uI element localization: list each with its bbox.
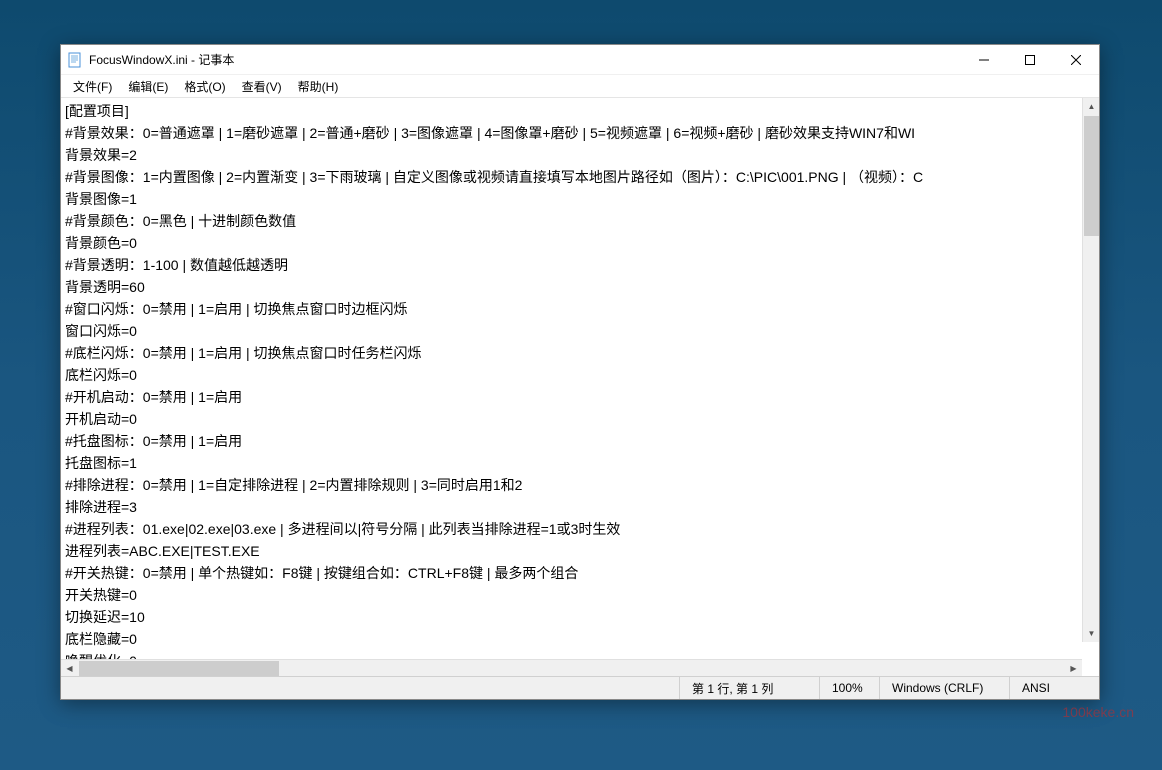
editor-line[interactable]: #背景图像：1=内置图像 | 2=内置渐变 | 3=下雨玻璃 | 自定义图像或视… xyxy=(65,166,1095,188)
editor-line[interactable]: 背景图像=1 xyxy=(65,188,1095,210)
editor-line[interactable]: 底栏闪烁=0 xyxy=(65,364,1095,386)
editor-content[interactable]: [配置项目]#背景效果：0=普通遮罩 | 1=磨砂遮罩 | 2=普通+磨砂 | … xyxy=(61,98,1099,659)
editor-line[interactable]: 底栏隐藏=0 xyxy=(65,628,1095,650)
editor-line[interactable]: 排除进程=3 xyxy=(65,496,1095,518)
editor-line[interactable]: #窗口闪烁：0=禁用 | 1=启用 | 切换焦点窗口时边框闪烁 xyxy=(65,298,1095,320)
editor-line[interactable]: #开关热键：0=禁用 | 单个热键如：F8键 | 按键组合如：CTRL+F8键 … xyxy=(65,562,1095,584)
editor-line[interactable]: #背景透明：1-100 | 数值越低越透明 xyxy=(65,254,1095,276)
editor-line[interactable]: #托盘图标：0=禁用 | 1=启用 xyxy=(65,430,1095,452)
scroll-down-arrow-icon[interactable]: ▼ xyxy=(1083,625,1099,642)
scroll-left-arrow-icon[interactable]: ◀ xyxy=(61,660,78,677)
editor-line[interactable]: 托盘图标=1 xyxy=(65,452,1095,474)
menu-format[interactable]: 格式(O) xyxy=(176,76,233,97)
editor-line[interactable]: 进程列表=ABC.EXE|TEST.EXE xyxy=(65,540,1095,562)
minimize-button[interactable] xyxy=(961,45,1007,75)
status-position: 第 1 行, 第 1 列 xyxy=(679,677,819,699)
horizontal-scrollbar[interactable]: ◀ ▶ xyxy=(61,659,1082,676)
editor-line[interactable]: #底栏闪烁：0=禁用 | 1=启用 | 切换焦点窗口时任务栏闪烁 xyxy=(65,342,1095,364)
scroll-right-arrow-icon[interactable]: ▶ xyxy=(1065,660,1082,677)
notepad-window: FocusWindowX.ini - 记事本 文件(F) 编辑(E) 格式(O)… xyxy=(60,44,1100,700)
menu-help[interactable]: 帮助(H) xyxy=(290,76,347,97)
close-button[interactable] xyxy=(1053,45,1099,75)
editor-line[interactable]: [配置项目] xyxy=(65,100,1095,122)
window-controls xyxy=(961,45,1099,74)
editor-line[interactable]: 背景效果=2 xyxy=(65,144,1095,166)
window-title: FocusWindowX.ini - 记事本 xyxy=(89,51,961,68)
editor-line[interactable]: 唤醒优化=0 xyxy=(65,650,1095,659)
vertical-scrollbar[interactable]: ▲ ▼ xyxy=(1082,98,1099,642)
editor-line[interactable]: #进程列表：01.exe|02.exe|03.exe | 多进程间以|符号分隔 … xyxy=(65,518,1095,540)
status-line-ending: Windows (CRLF) xyxy=(879,677,1009,699)
editor-line[interactable]: #背景颜色：0=黑色 | 十进制颜色数值 xyxy=(65,210,1095,232)
editor-line[interactable]: 开关热键=0 xyxy=(65,584,1095,606)
text-editor[interactable]: [配置项目]#背景效果：0=普通遮罩 | 1=磨砂遮罩 | 2=普通+磨砂 | … xyxy=(61,98,1099,659)
menu-edit[interactable]: 编辑(E) xyxy=(120,76,176,97)
titlebar[interactable]: FocusWindowX.ini - 记事本 xyxy=(61,45,1099,75)
editor-line[interactable]: 开机启动=0 xyxy=(65,408,1095,430)
maximize-button[interactable] xyxy=(1007,45,1053,75)
status-zoom: 100% xyxy=(819,677,879,699)
editor-line[interactable]: #开机启动：0=禁用 | 1=启用 xyxy=(65,386,1095,408)
editor-line[interactable]: 背景颜色=0 xyxy=(65,232,1095,254)
editor-area: [配置项目]#背景效果：0=普通遮罩 | 1=磨砂遮罩 | 2=普通+磨砂 | … xyxy=(61,97,1099,699)
editor-line[interactable]: 切换延迟=10 xyxy=(65,606,1095,628)
menu-file[interactable]: 文件(F) xyxy=(65,76,120,97)
status-encoding: ANSI xyxy=(1009,677,1099,699)
menubar: 文件(F) 编辑(E) 格式(O) 查看(V) 帮助(H) xyxy=(61,75,1099,97)
editor-line[interactable]: 背景透明=60 xyxy=(65,276,1095,298)
horizontal-scroll-thumb[interactable] xyxy=(79,661,279,676)
editor-line[interactable]: #背景效果：0=普通遮罩 | 1=磨砂遮罩 | 2=普通+磨砂 | 3=图像遮罩… xyxy=(65,122,1095,144)
notepad-icon xyxy=(67,52,83,68)
menu-view[interactable]: 查看(V) xyxy=(234,76,290,97)
watermark: 100keke.cn xyxy=(1062,704,1134,720)
vertical-scroll-thumb[interactable] xyxy=(1084,116,1099,236)
statusbar: 第 1 行, 第 1 列 100% Windows (CRLF) ANSI xyxy=(61,676,1099,699)
editor-line[interactable]: 窗口闪烁=0 xyxy=(65,320,1095,342)
scroll-up-arrow-icon[interactable]: ▲ xyxy=(1083,98,1099,115)
editor-line[interactable]: #排除进程：0=禁用 | 1=自定排除进程 | 2=内置排除规则 | 3=同时启… xyxy=(65,474,1095,496)
